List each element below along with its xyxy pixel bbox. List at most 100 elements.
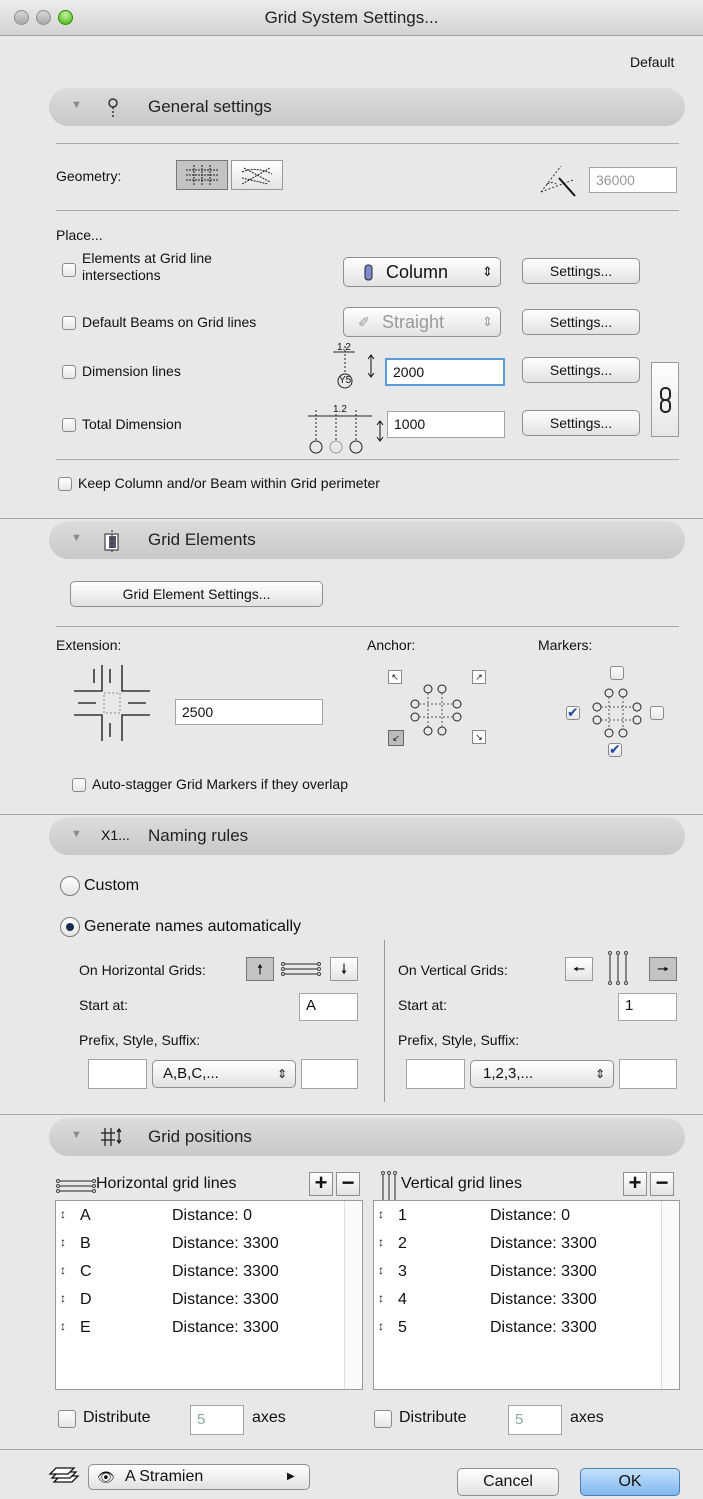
vertical-order-left-button[interactable]: 🠔 xyxy=(565,957,593,981)
vertical-order-right-button[interactable]: 🠖 xyxy=(649,957,677,981)
link-chain-button[interactable] xyxy=(651,362,679,437)
beam-settings-button[interactable]: Settings... xyxy=(522,309,640,335)
grid-positions-header[interactable]: ▼ Grid positions xyxy=(49,1118,685,1156)
list-row[interactable]: ↕ E Distance: 3300 xyxy=(60,1319,330,1343)
straight-popup: ✐ Straight ⇕ xyxy=(343,307,501,337)
add-vertical-line-button[interactable]: + xyxy=(623,1172,647,1196)
horizontal-order-up-button[interactable]: 🠕 xyxy=(246,957,274,981)
add-horizontal-line-button[interactable]: + xyxy=(309,1172,333,1196)
dimension-lines-checkbox[interactable] xyxy=(62,365,76,379)
column-settings-button[interactable]: Settings... xyxy=(522,258,640,284)
drag-handle-icon[interactable]: ↕ xyxy=(378,1235,384,1249)
horizontal-start-field[interactable]: A xyxy=(299,993,358,1021)
layer-popup[interactable]: 👁 A Stramien ▶ xyxy=(88,1464,310,1490)
dimension-lines-field[interactable]: 2000 xyxy=(385,358,505,386)
marker-bottom-checkbox[interactable] xyxy=(608,741,622,758)
list-row[interactable]: ↕ A Distance: 0 xyxy=(60,1207,330,1231)
scrollbar[interactable] xyxy=(344,1201,362,1389)
disclosure-triangle-icon[interactable]: ▼ xyxy=(71,828,82,840)
remove-vertical-line-button[interactable]: − xyxy=(650,1172,674,1196)
default-beams-checkbox[interactable] xyxy=(62,316,76,330)
marker-top-checkbox[interactable] xyxy=(610,666,624,680)
horizontal-suffix-field[interactable] xyxy=(301,1059,358,1089)
drag-handle-icon[interactable]: ↕ xyxy=(60,1291,66,1305)
drag-handle-icon[interactable]: ↕ xyxy=(378,1207,384,1221)
anchor-top-left-button[interactable]: ↖ xyxy=(388,670,402,684)
distribute-vertical-checkbox[interactable] xyxy=(374,1410,392,1428)
ok-button[interactable]: OK xyxy=(580,1468,680,1496)
remove-horizontal-line-button[interactable]: − xyxy=(336,1172,360,1196)
section-title: General settings xyxy=(148,97,272,116)
vertical-grid-lines-title: Vertical grid lines xyxy=(401,1175,522,1192)
horizontal-order-down-button[interactable]: 🠗 xyxy=(330,957,358,981)
keep-within-perimeter-checkbox[interactable] xyxy=(58,477,72,491)
popup-arrows-icon: ⇕ xyxy=(482,264,493,279)
vertical-grids-label: On Vertical Grids: xyxy=(398,962,508,978)
general-settings-header[interactable]: ▼ General settings xyxy=(49,88,685,126)
drag-handle-icon[interactable]: ↕ xyxy=(60,1235,66,1249)
elements-at-intersections-checkbox[interactable] xyxy=(62,263,76,277)
horizontal-prefix-field[interactable] xyxy=(88,1059,147,1089)
list-row[interactable]: ↕ 5 Distance: 3300 xyxy=(378,1319,648,1343)
list-row[interactable]: ↕ B Distance: 3300 xyxy=(60,1235,330,1259)
disclosure-triangle-icon[interactable]: ▼ xyxy=(71,99,82,111)
horizontal-grid-list[interactable]: ↕ A Distance: 0 ↕ B Distance: 3300 ↕ C Distance:… xyxy=(55,1200,363,1390)
extension-field[interactable]: 2500 xyxy=(175,699,323,725)
drag-handle-icon[interactable]: ↕ xyxy=(60,1263,66,1277)
list-row[interactable]: ↕ 4 Distance: 3300 xyxy=(378,1291,648,1315)
vertical-prefix-field[interactable] xyxy=(406,1059,465,1089)
grid-line-distance: Distance: 0 xyxy=(172,1207,253,1224)
section-title: Grid Elements xyxy=(148,530,256,549)
scrollbar[interactable] xyxy=(661,1201,679,1389)
grid-positions-icon xyxy=(101,1127,122,1146)
disclosure-triangle-icon[interactable]: ▼ xyxy=(71,1129,82,1141)
grid-line-distance: Distance: 3300 xyxy=(490,1235,597,1252)
cancel-button[interactable]: Cancel xyxy=(457,1468,559,1496)
elements-at-intersections-label: Elements at Grid line intersections xyxy=(82,250,212,283)
geometry-label: Geometry: xyxy=(56,168,122,184)
total-dimension-settings-button[interactable]: Settings... xyxy=(522,410,640,436)
angle-field[interactable]: 36000 xyxy=(589,167,677,193)
drag-handle-icon[interactable]: ↕ xyxy=(378,1319,384,1333)
distribute-vertical-field[interactable]: 5 xyxy=(508,1405,562,1435)
vertical-suffix-field[interactable] xyxy=(619,1059,677,1089)
distribute-horizontal-checkbox[interactable] xyxy=(58,1410,76,1428)
total-dimension-checkbox[interactable] xyxy=(62,418,76,432)
list-row[interactable]: ↕ 1 Distance: 0 xyxy=(378,1207,648,1231)
list-row[interactable]: ↕ 3 Distance: 3300 xyxy=(378,1263,648,1287)
list-row[interactable]: ↕ D Distance: 3300 xyxy=(60,1291,330,1315)
anchor-bottom-left-button[interactable]: ↙ xyxy=(388,730,404,746)
geometry-rectangular-button[interactable] xyxy=(176,160,228,190)
total-dimension-field[interactable]: 1000 xyxy=(387,411,505,438)
drag-handle-icon[interactable]: ↕ xyxy=(60,1207,66,1221)
anchor-top-right-button[interactable]: ↗ xyxy=(472,670,486,684)
generate-automatically-radio[interactable] xyxy=(60,917,80,937)
place-label: Place... xyxy=(56,227,103,243)
list-row[interactable]: ↕ 2 Distance: 3300 xyxy=(378,1235,648,1259)
auto-stagger-checkbox[interactable] xyxy=(72,778,86,792)
grid-element-settings-button[interactable]: Grid Element Settings... xyxy=(70,581,323,607)
keep-within-perimeter-label: Keep Column and/or Beam within Grid peri… xyxy=(78,475,380,491)
distribute-horizontal-field[interactable]: 5 xyxy=(190,1405,244,1435)
disclosure-triangle-icon[interactable]: ▼ xyxy=(71,532,82,544)
list-row[interactable]: ↕ C Distance: 3300 xyxy=(60,1263,330,1287)
popup-arrow-icon: ▶ xyxy=(287,1471,295,1482)
horizontal-style-popup[interactable]: A,B,C,... ⇕ xyxy=(152,1060,296,1088)
geometry-radial-button[interactable] xyxy=(231,160,283,190)
marker-right-checkbox[interactable] xyxy=(650,706,664,720)
marker-left-checkbox[interactable] xyxy=(566,704,580,721)
drag-handle-icon[interactable]: ↕ xyxy=(378,1263,384,1277)
custom-radio[interactable] xyxy=(60,876,80,896)
anchor-bottom-right-button[interactable]: ↘ xyxy=(472,730,486,744)
drag-handle-icon[interactable]: ↕ xyxy=(60,1319,66,1333)
drag-handle-icon[interactable]: ↕ xyxy=(378,1291,384,1305)
dimension-settings-button[interactable]: Settings... xyxy=(522,357,640,383)
naming-rules-header[interactable]: ▼ X1... Naming rules xyxy=(49,817,685,855)
grid-line-distance: Distance: 3300 xyxy=(172,1263,279,1280)
grid-elements-header[interactable]: ▼ Grid Elements xyxy=(49,521,685,559)
horizontal-grids-label: On Horizontal Grids: xyxy=(79,962,206,978)
vertical-grid-list[interactable]: ↕ 1 Distance: 0 ↕ 2 Distance: 3300 ↕ 3 Distance:… xyxy=(373,1200,680,1390)
column-popup[interactable]: Column ⇕ xyxy=(343,257,501,287)
vertical-start-field[interactable]: 1 xyxy=(618,993,677,1021)
vertical-style-popup[interactable]: 1,2,3,... ⇕ xyxy=(470,1060,614,1088)
